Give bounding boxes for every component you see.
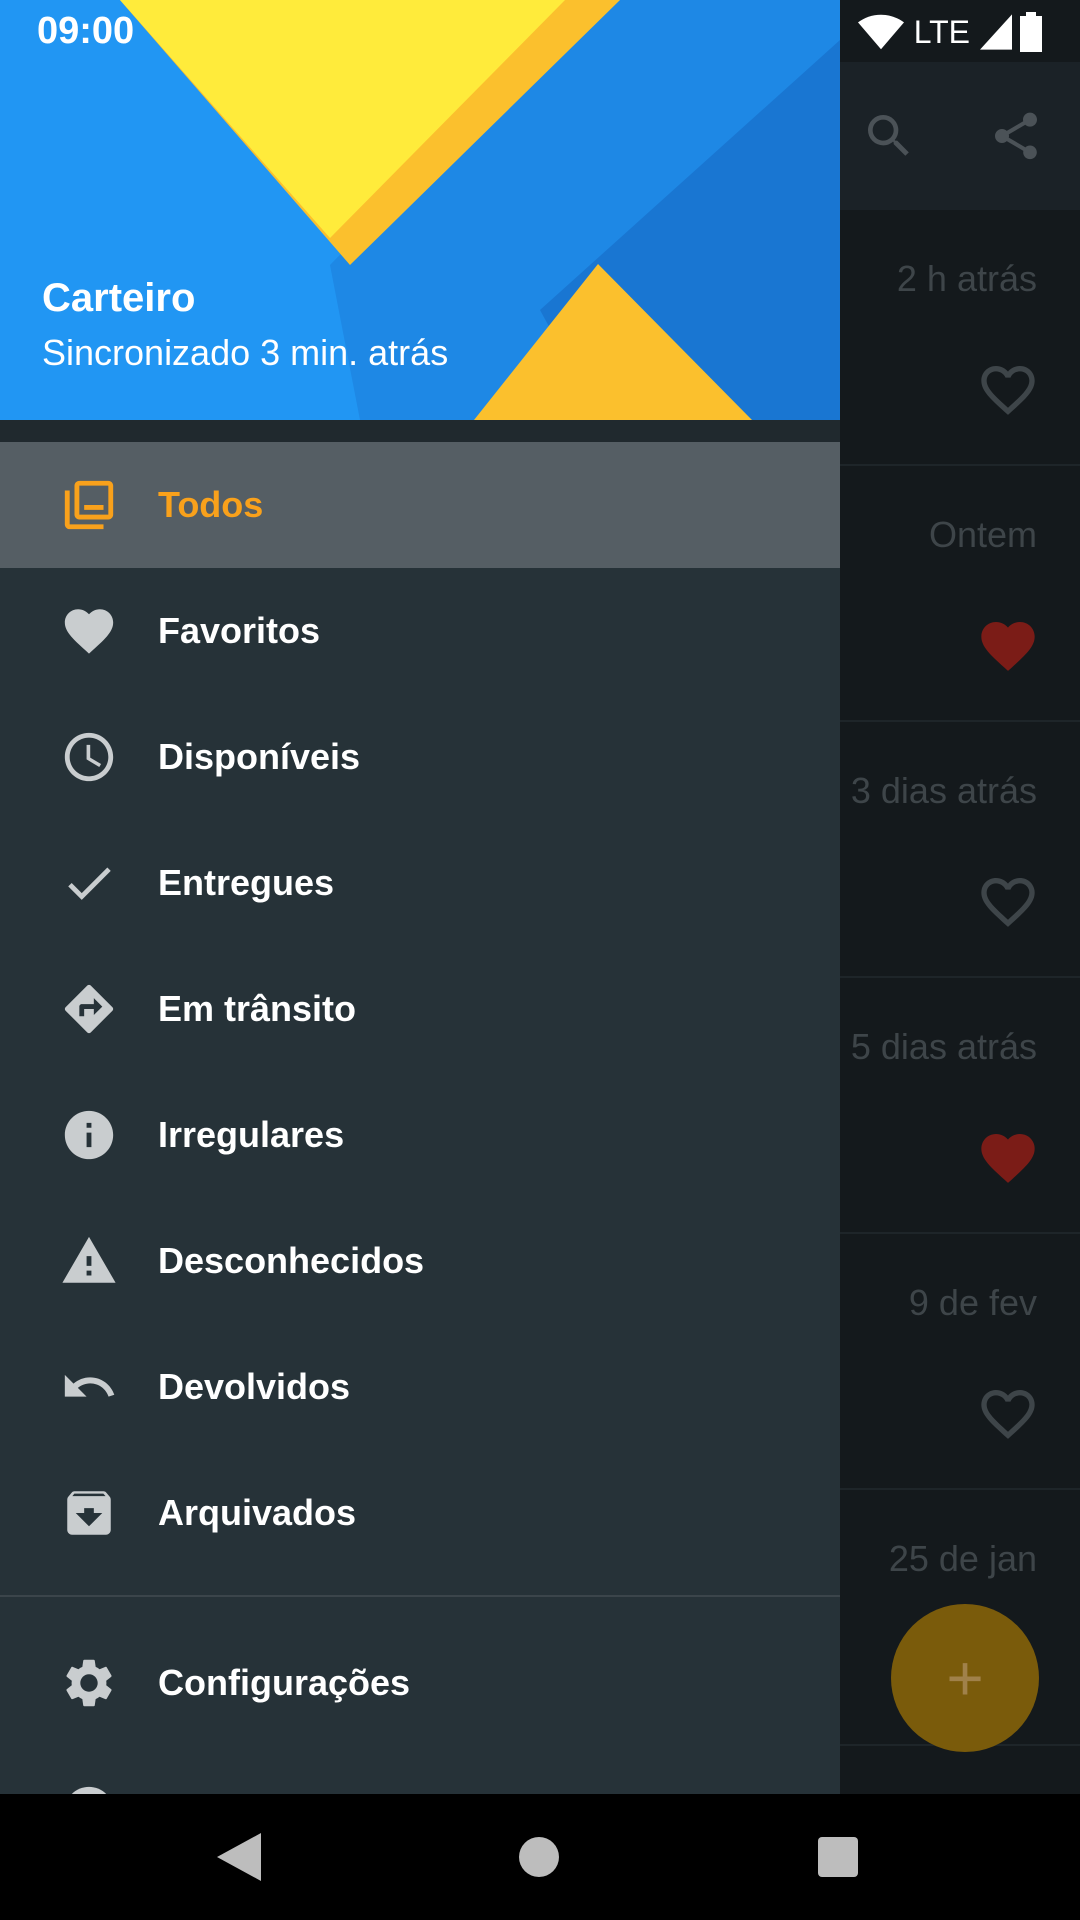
check-icon [60, 854, 118, 912]
menu-item-arquivados[interactable]: Arquivados [0, 1450, 840, 1576]
recents-square-icon [818, 1837, 858, 1877]
menu-item-favoritos[interactable]: Favoritos [0, 568, 840, 694]
home-button[interactable] [506, 1824, 572, 1890]
package-stack-icon [60, 476, 118, 534]
recents-button[interactable] [805, 1824, 871, 1890]
drawer-menu: Todos Favoritos Disponíveis Entregues Em… [0, 442, 840, 1576]
share-icon[interactable] [976, 96, 1056, 176]
undo-icon [60, 1358, 118, 1416]
menu-item-label: Em trânsito [158, 988, 357, 1029]
menu-item-label: Todos [158, 484, 264, 525]
menu-item-em-transito[interactable]: Em trânsito [0, 946, 840, 1072]
cell-signal-icon [980, 14, 1012, 50]
status-bar: 09:00 LTE [0, 0, 1080, 62]
back-triangle-icon [217, 1833, 261, 1881]
favorite-outline-icon[interactable] [976, 358, 1040, 422]
search-icon[interactable] [849, 96, 929, 176]
menu-divider [0, 1595, 840, 1597]
menu-item-label: Devolvidos [158, 1366, 351, 1407]
navigation-drawer: Carteiro Sincronizado 3 min. atrás Todos… [0, 0, 840, 1794]
warning-icon [60, 1232, 118, 1290]
plus-icon: + [946, 1642, 984, 1714]
menu-item-label: Arquivados [158, 1492, 357, 1533]
item-date: 3 dias atrás [850, 770, 1037, 811]
favorite-filled-icon[interactable] [976, 614, 1040, 678]
menu-item-configuracoes[interactable]: Configurações [0, 1620, 840, 1746]
item-date: 25 de jan [888, 1538, 1037, 1579]
menu-item-label: Disponíveis [158, 736, 361, 777]
menu-item-label: Favoritos [158, 610, 321, 651]
menu-item-partial[interactable] [0, 1746, 840, 1794]
favorite-filled-icon[interactable] [976, 1126, 1040, 1190]
favorite-outline-icon[interactable] [976, 1382, 1040, 1446]
item-date: 9 de fev [908, 1282, 1037, 1323]
item-date: 2 h atrás [896, 258, 1037, 299]
add-package-button[interactable]: + [891, 1604, 1039, 1752]
status-time: 09:00 [37, 10, 135, 52]
archive-icon [60, 1484, 118, 1542]
menu-item-label: Configurações [158, 1662, 411, 1703]
menu-item-label: Desconhecidos [158, 1240, 425, 1281]
menu-item-label: Entregues [158, 862, 335, 903]
menu-item-disponiveis[interactable]: Disponíveis [0, 694, 840, 820]
network-type: LTE [913, 13, 970, 50]
item-date: Ontem [928, 514, 1037, 555]
favorite-outline-icon[interactable] [976, 870, 1040, 934]
clock-icon [60, 728, 118, 786]
home-circle-icon [519, 1837, 559, 1877]
drawer-header: Carteiro Sincronizado 3 min. atrás [0, 0, 840, 420]
header-separator [0, 420, 840, 442]
directions-icon [60, 980, 118, 1038]
heart-icon [60, 602, 118, 660]
menu-item-devolvidos[interactable]: Devolvidos [0, 1324, 840, 1450]
info-icon [60, 1106, 118, 1164]
sync-status: Sincronizado 3 min. atrás [42, 332, 449, 373]
system-navigation-bar [0, 1794, 1080, 1920]
wifi-icon [857, 14, 904, 50]
help-icon [71, 1786, 107, 1794]
app-title: Carteiro [42, 276, 196, 320]
menu-item-desconhecidos[interactable]: Desconhecidos [0, 1198, 840, 1324]
gear-icon [60, 1654, 118, 1712]
menu-item-irregulares[interactable]: Irregulares [0, 1072, 840, 1198]
battery-icon [1020, 12, 1042, 52]
status-icons: LTE [857, 12, 1042, 52]
back-button[interactable] [206, 1824, 272, 1890]
menu-item-todos[interactable]: Todos [0, 442, 840, 568]
menu-item-label: Irregulares [158, 1114, 345, 1155]
menu-item-entregues[interactable]: Entregues [0, 820, 840, 946]
item-date: 5 dias atrás [850, 1026, 1037, 1067]
